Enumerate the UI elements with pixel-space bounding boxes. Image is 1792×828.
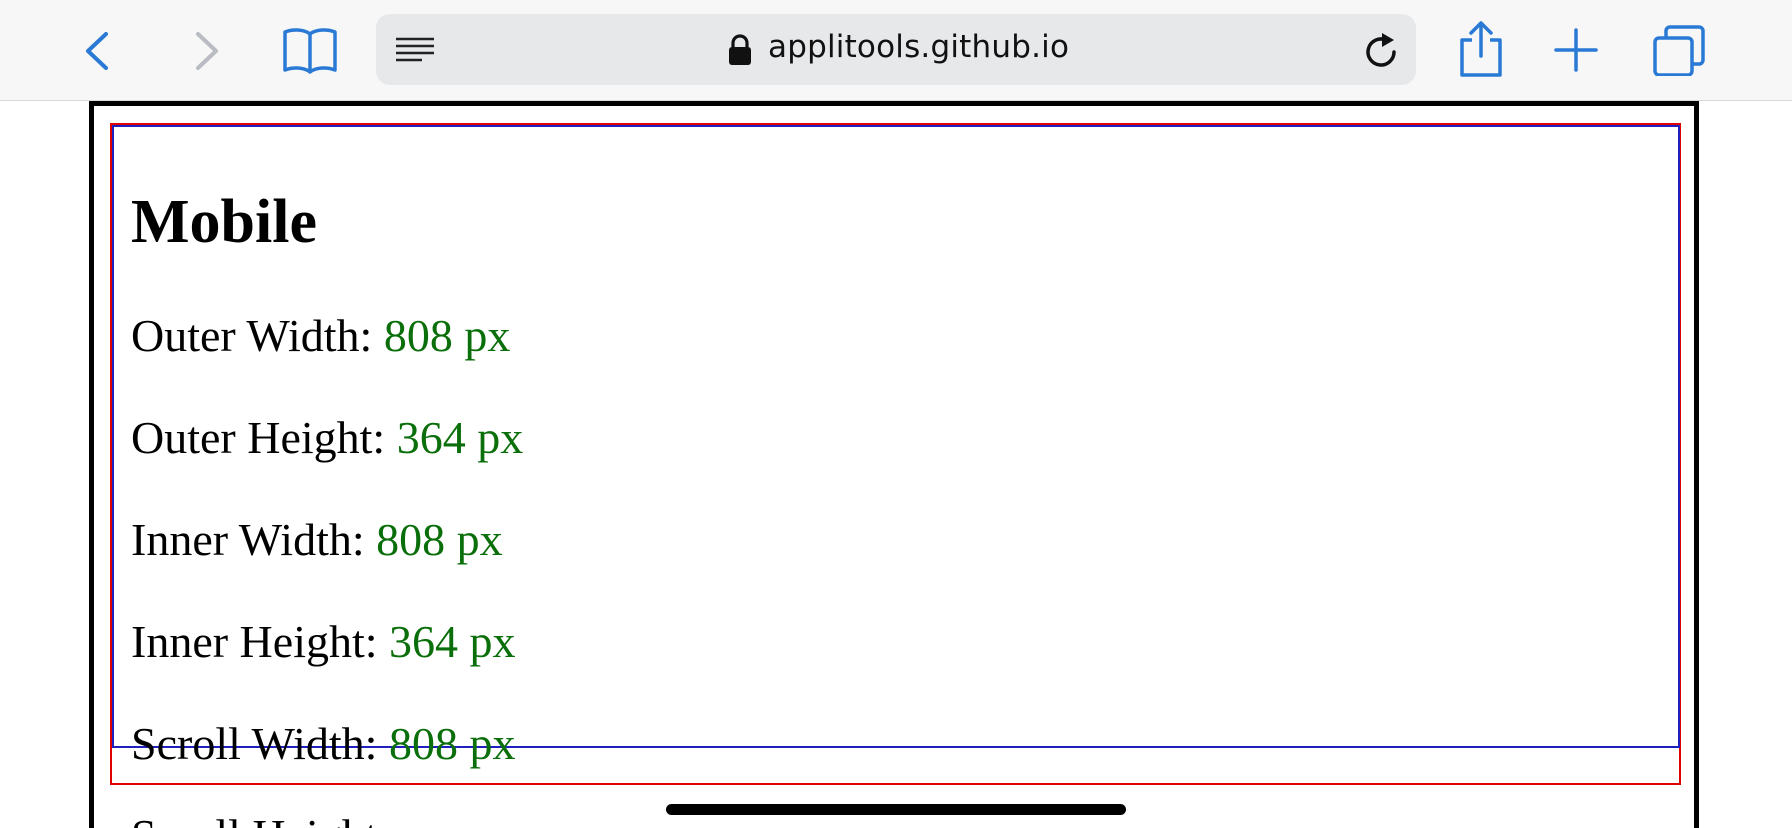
chevron-right-icon[interactable]	[192, 30, 222, 72]
row-label: Scroll Width:	[131, 718, 389, 769]
reload-icon[interactable]	[1364, 32, 1400, 70]
home-indicator[interactable]	[666, 804, 1126, 815]
row-label: Inner Height:	[131, 616, 390, 667]
row-label: Outer Height:	[131, 412, 397, 463]
inner-height-row: Inner Height: 364 px	[131, 615, 516, 668]
row-value: 808 px	[388, 718, 516, 769]
url-text[interactable]: applitools.github.io	[768, 29, 1069, 65]
book-icon[interactable]	[282, 26, 338, 74]
row-value: 364 px	[389, 616, 516, 667]
address-bar[interactable]: applitools.github.io	[376, 14, 1416, 85]
browser-toolbar: applitools.github.io	[0, 0, 1792, 101]
outer-height-row: Outer Height: 364 px	[131, 411, 523, 464]
reader-lines-icon[interactable]	[394, 36, 436, 66]
inner-width-row: Inner Width: 808 px	[131, 513, 503, 566]
web-page: Mobile Outer Width: 808 px Outer Height:…	[0, 101, 1792, 828]
row-value: 364 px	[396, 412, 524, 463]
plus-icon[interactable]	[1554, 28, 1598, 72]
scroll-height-row-partial: Scroll Height:	[131, 809, 390, 828]
row-label: Inner Width:	[131, 514, 377, 565]
share-icon[interactable]	[1458, 20, 1504, 78]
row-value: 808 px	[383, 310, 511, 361]
page-title: Mobile	[131, 188, 317, 256]
chevron-left-icon[interactable]	[82, 30, 112, 72]
tabs-icon[interactable]	[1652, 24, 1706, 76]
outer-width-row: Outer Width: 808 px	[131, 309, 510, 362]
lock-icon	[729, 34, 751, 65]
row-value: 808 px	[376, 514, 503, 565]
row-label: Outer Width:	[131, 310, 384, 361]
scroll-width-row: Scroll Width: 808 px	[131, 717, 515, 770]
